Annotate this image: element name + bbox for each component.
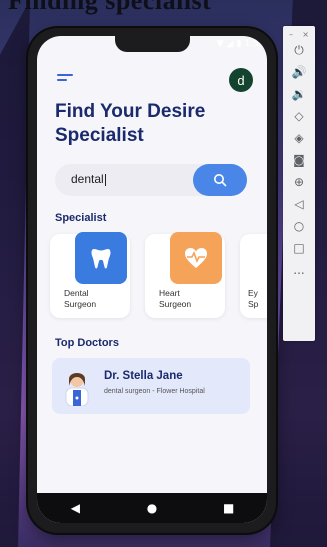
specialist-card-dental[interactable]: Dental Surgeon (50, 232, 130, 318)
power-icon[interactable]: ⏻ (283, 39, 315, 61)
specialist-card-heart[interactable]: Heart Surgeon (145, 232, 225, 318)
doctor-description: dental surgeon - Flower Hospital (104, 388, 205, 395)
app-screen: ▼ ◢ ▮ 1:5 d Find Your Desire Specialist … (37, 36, 267, 523)
volume-up-icon[interactable]: 🔊 (283, 61, 315, 83)
search-input-value: dental (71, 172, 104, 186)
android-nav-bar: ◀ ● ■ (37, 493, 267, 523)
status-bar: ▼ ◢ ▮ 1:5 (37, 36, 267, 56)
rotate-left-icon[interactable]: ◇ (283, 105, 315, 127)
specialist-card-eye[interactable]: Ey Sp (240, 234, 267, 318)
home-icon[interactable]: ○ (283, 215, 315, 237)
doctor-avatar (65, 373, 89, 406)
minimize-button[interactable]: – (289, 30, 293, 39)
specialist-list: Dental Surgeon Heart Surgeon Ey Sp (50, 232, 267, 324)
heart-pulse-icon (185, 248, 207, 268)
menu-icon[interactable] (57, 74, 73, 84)
status-icons: ▼ ◢ ▮ 1:5 (217, 39, 259, 49)
more-icon[interactable]: ... (283, 259, 315, 281)
home-icon[interactable]: ● (137, 501, 167, 515)
search-icon (214, 174, 227, 187)
camera-icon[interactable]: ◙ (283, 149, 315, 171)
wifi-icon: ▼ (216, 39, 224, 49)
text-caret (104, 173, 106, 186)
doctor-name: Dr. Stella Jane (104, 370, 183, 382)
tooth-icon (91, 249, 111, 269)
specialist-label: Heart Surgeon (159, 288, 192, 309)
emulator-toolbar: – × ⏻ 🔊 🔉 ◇ ◈ ◙ ⊕ ◁ ○ □ ... (283, 26, 315, 341)
phone-frame: ▼ ◢ ▮ 1:5 d Find Your Desire Specialist … (28, 28, 276, 533)
page-heading: Finding specialist (8, 0, 212, 15)
back-icon[interactable]: ◀ (60, 501, 90, 515)
wallpaper-tree-left (0, 0, 30, 547)
search-bar: dental (55, 164, 247, 196)
emulator-window-controls: – × (283, 26, 315, 39)
back-icon[interactable]: ◁ (283, 193, 315, 215)
rotate-right-icon[interactable]: ◈ (283, 127, 315, 149)
search-button[interactable] (193, 164, 247, 196)
specialist-tile (75, 232, 127, 284)
specialist-label: Dental Surgeon (64, 288, 97, 309)
volume-down-icon[interactable]: 🔉 (283, 83, 315, 105)
specialist-tile (170, 232, 222, 284)
camera-notch (115, 36, 190, 52)
specialist-label: Ey Sp (248, 288, 259, 309)
overview-icon[interactable]: □ (283, 237, 315, 259)
top-doctors-section-title: Top Doctors (55, 337, 119, 349)
signal-icon: ◢ (226, 39, 234, 49)
avatar[interactable]: d (229, 68, 253, 92)
zoom-icon[interactable]: ⊕ (283, 171, 315, 193)
close-button[interactable]: × (302, 30, 309, 39)
specialist-section-title: Specialist (55, 212, 107, 224)
battery-icon: ▮ (236, 39, 242, 49)
search-input[interactable]: dental (71, 172, 106, 186)
recents-icon[interactable]: ■ (214, 501, 244, 515)
page-title: Find Your Desire Specialist (55, 101, 206, 146)
doctor-card[interactable]: Dr. Stella Jane dental surgeon - Flower … (52, 358, 250, 414)
status-time: 1:5 (244, 39, 259, 49)
